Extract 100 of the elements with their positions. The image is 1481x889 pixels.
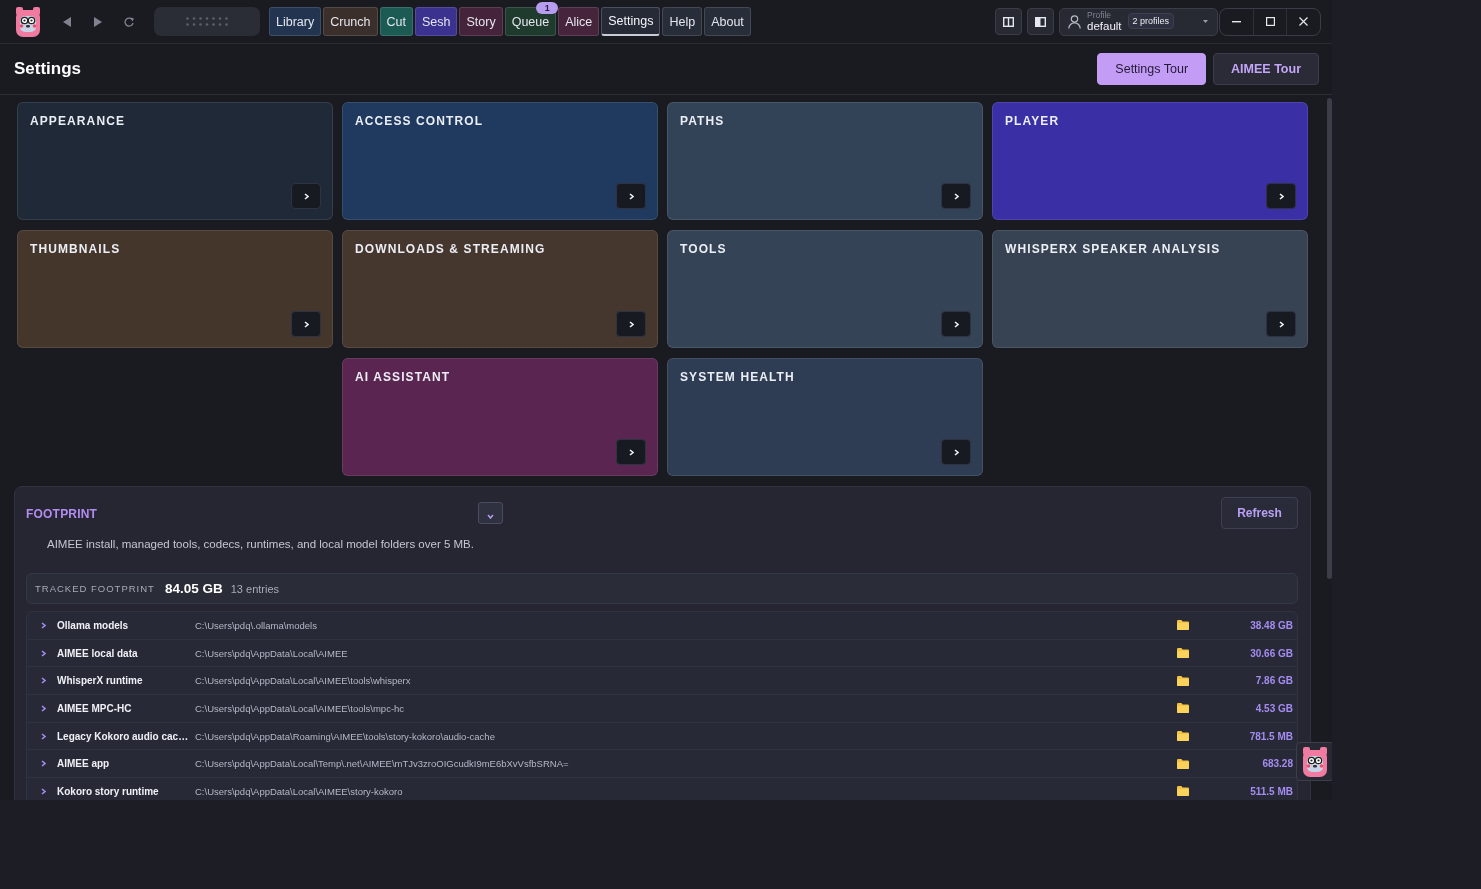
card-title: PATHS [680,114,725,128]
card-title: APPEARANCE [30,114,125,128]
settings-card[interactable]: ACCESS CONTROL [342,102,658,220]
chevron-right-icon [303,320,309,328]
card-title: THUMBNAILS [30,242,121,256]
profile-name: default [1087,21,1122,33]
settings-card[interactable]: AI ASSISTANT [342,358,658,476]
chevron-right-icon [628,320,634,328]
card-title: DOWNLOADS & STREAMING [355,242,546,256]
settings-card[interactable]: PATHS [667,102,983,220]
nav-tab[interactable]: Sesh [414,7,458,36]
nav-tab[interactable]: Cut [379,7,413,36]
profile-count-badge: 2 profiles [1127,12,1175,29]
card-title: WHISPERX SPEAKER ANALYSIS [1005,242,1221,256]
folder-icon[interactable] [1177,731,1189,742]
entry-path: C:\Users\pdq\AppData\Local\AIMEE\tools\whisperx [195,675,412,687]
entry-path: C:\Users\pdq\AppData\Local\Temp\.net\AIMEE\mTJv3zroOIGcudkI9mE6bXvVsfbSRNA= [195,758,570,770]
entry-name: WhisperX runtime [57,675,144,687]
triangle-left-icon [63,16,71,27]
chevron-right-icon [303,192,309,200]
nav-tab[interactable]: About [704,7,751,36]
folder-icon[interactable] [1177,758,1189,769]
folder-icon[interactable] [1177,648,1189,659]
chevron-right-icon [1278,320,1284,328]
entry-size: 7.86 GB [1254,675,1293,687]
caret-down-icon [1203,20,1208,23]
card-title: SYSTEM HEALTH [680,370,795,384]
entry-path: C:\Users\pdq\.ollama\models [195,619,318,631]
chevron-right-icon [1278,192,1284,200]
folder-icon[interactable] [1177,786,1189,797]
drag-handle[interactable] [154,7,260,36]
chevron-right-icon [628,192,634,200]
half-filled-square-icon [1035,16,1046,27]
chevron-right-icon[interactable] [41,732,46,740]
entry-path: C:\Users\pdq\AppData\Local\AIMEE\story-kokoro [195,785,404,797]
nav-tab[interactable]: Settings [601,7,661,36]
settings-card[interactable]: TOOLS [667,230,983,348]
chevron-right-icon [953,448,959,456]
settings-card[interactable]: THUMBNAILS [17,230,333,348]
chevron-right-icon [953,320,959,328]
entry-size: 683.28 [1261,758,1293,770]
tour-button[interactable]: Settings Tour [1097,53,1207,85]
entry-name: Kokoro story runtime [57,785,160,797]
card-title: PLAYER [1005,114,1060,128]
profile-label: Profile [1087,10,1113,19]
grip-dots-icon [186,17,228,26]
nav-tab[interactable]: Story [459,7,503,36]
chevron-down-icon [487,513,494,519]
folder-icon[interactable] [1177,703,1189,714]
split-square-icon [1003,16,1014,27]
summary-count: 13 entries [230,582,280,595]
summary-label: TRACKED FOOTPRINT [35,583,155,594]
circular-arrow-icon [124,16,134,27]
entry-size: 781.5 MB [1248,730,1293,742]
settings-card[interactable]: DOWNLOADS & STREAMING [342,230,658,348]
assistant-button[interactable] [1296,742,1332,781]
chevron-right-icon[interactable] [41,621,46,629]
folder-icon[interactable] [1177,620,1189,631]
chevron-right-icon [628,448,634,456]
count-badge: 1 [536,2,559,14]
collapse-button[interactable] [478,501,503,524]
settings-card[interactable]: APPEARANCE [17,102,333,220]
settings-card[interactable]: SYSTEM HEALTH [667,358,983,476]
page-title: Settings [14,59,82,79]
split-view-button[interactable] [995,8,1022,35]
triangle-right-icon [94,16,102,27]
entry-name: Legacy Kokoro audio cac… [57,730,190,742]
description-text: AIMEE install, managed tools, codecs, runtimes, and local model folders over 5 MB. [46,537,475,552]
nav-tab[interactable]: Library [269,7,322,36]
tour-button[interactable]: AIMEE Tour [1213,53,1319,85]
nav-tab[interactable]: Help [662,7,703,36]
folder-icon[interactable] [1177,675,1189,686]
chevron-right-icon[interactable] [41,649,46,657]
entry-path: C:\Users\pdq\AppData\Roaming\AIMEE\tools\story-kokoro\audio-cache [195,730,496,742]
entry-path: C:\Users\pdq\AppData\Local\AIMEE [195,647,349,659]
card-title: ACCESS CONTROL [355,114,484,128]
chevron-right-icon[interactable] [41,760,46,768]
square-icon [1265,17,1275,26]
entry-size: 4.53 GB [1254,702,1293,714]
mascot-icon [15,6,41,37]
summary-total: 84.05 GB [164,581,223,596]
mascot-icon [1302,746,1328,777]
refresh-button[interactable]: Refresh [1221,497,1298,529]
entry-name: AIMEE local data [57,647,139,659]
settings-card[interactable]: PLAYER [992,102,1308,220]
scrollbar[interactable] [1327,98,1332,579]
panel-toggle-button[interactable] [1027,8,1054,35]
nav-tab[interactable]: Alice [558,7,600,36]
section-title: FOOTPRINT [26,507,98,521]
entry-path: C:\Users\pdq\AppData\Local\AIMEE\tools\mpc-hc [195,702,406,714]
entry-size: 30.66 GB [1249,647,1293,659]
entry-name: AIMEE MPC-HC [57,702,133,714]
chevron-right-icon[interactable] [41,677,46,685]
chevron-right-icon [953,192,959,200]
nav-tab[interactable]: Crunch [323,7,378,36]
person-icon [1068,14,1081,29]
chevron-right-icon[interactable] [41,704,46,712]
card-title: AI ASSISTANT [355,370,451,384]
settings-card[interactable]: WHISPERX SPEAKER ANALYSIS [992,230,1308,348]
chevron-right-icon[interactable] [41,787,46,795]
